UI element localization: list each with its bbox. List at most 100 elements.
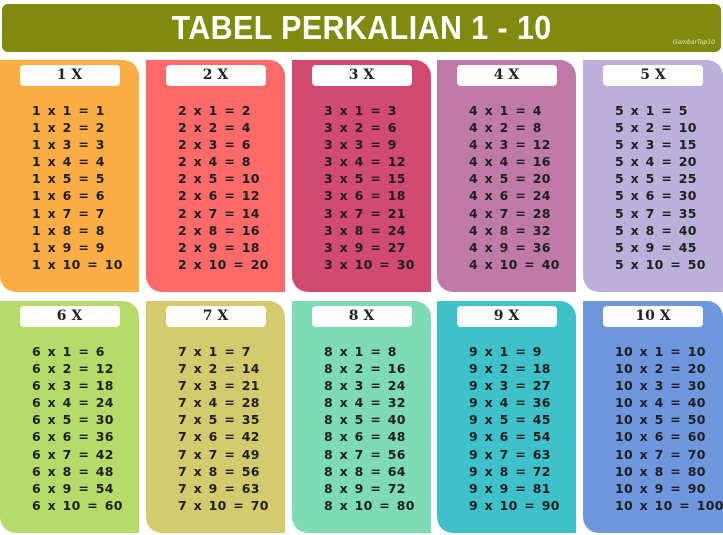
row-list: 8 x 1 = 88 x 2 = 16 8 x 3 = 24 8 x 4 = 32 8… [292, 343, 431, 514]
table-row: 3 x 5 = 15 [324, 171, 406, 187]
watermark: GambarTop10 [672, 39, 715, 46]
table-row: 4 x 8 = 32 [469, 222, 551, 238]
table-row: 1 x 5 = 5 [32, 171, 105, 187]
table-row: 10 x 6 = 60 [615, 429, 706, 445]
table-row: 10 x 9 = 90 [615, 480, 706, 496]
table-row: 10 x 3 = 30 [615, 378, 706, 394]
table-row: 10 x 10 = 100 [615, 497, 723, 513]
table-row: 9 x 4 = 36 [469, 395, 551, 411]
table-card-10: 10 X 10 x 1 = 10 10 x 2 = 20 10 x 3 = 30 10 … [583, 301, 723, 533]
card-label: 7 X [165, 306, 266, 327]
table-row: 7 x 8 = 56 [178, 463, 260, 479]
table-row: 10 x 5 = 50 [615, 412, 706, 428]
table-row: 4 x 7 = 28 [469, 205, 551, 221]
table-row: 3 x 1 = 3 [324, 103, 397, 118]
table-card-7: 7 X 7 x 1 = 7 7 x 2 = 14 7 x 3 = 21 7 x 4 = … [146, 301, 285, 533]
table-row: 9 x 3 = 27 [469, 378, 551, 394]
table-row: 10 x 7 = 70 [615, 446, 706, 462]
card-label: 8 X [311, 306, 412, 327]
table-row: 8 x 3 = 24 [324, 378, 406, 394]
table-row: 7 x 7 = 49 [178, 446, 260, 462]
table-row: 5 x 4 = 20 [615, 154, 697, 170]
table-card-4: 4 X 4 x 1 = 4 4 x 2 = 84 x 3 = 12 4 x 4 = 1… [437, 60, 576, 292]
table-row: 5 x 8 = 40 [615, 222, 697, 238]
table-row: 6 x 2 = 12 [32, 361, 114, 377]
table-row: 5 x 5 = 25 [615, 171, 697, 187]
table-row: 3 x 3 = 9 [324, 137, 397, 153]
table-row: 8 x 8 = 64 [324, 463, 406, 479]
card-label: 2 X [165, 65, 266, 86]
table-row: 1 x 8 = 8 [32, 222, 105, 238]
table-row: 9 x 2 = 18 [469, 361, 551, 377]
table-row: 8 x 10 = 80 [324, 497, 415, 513]
table-row: 6 x 1 = 6 [32, 344, 105, 359]
table-row: 2 x 4 = 8 [178, 154, 251, 170]
table-row: 1 x 3 = 3 [32, 137, 105, 153]
table-card-5: 5 X 5 x 1 = 5 5 x 2 = 10 5 x 3 = 15 5 x 4 = … [583, 60, 723, 292]
table-row: 9 x 1 = 9 [469, 344, 542, 359]
row-list: 1 x 1 = 11 x 2 = 21 x 3 = 31 x 4 = 41 x … [0, 102, 139, 273]
table-row: 2 x 7 = 14 [178, 205, 260, 221]
row-list: 2 x 1 = 22 x 2 = 42 x 3 = 62 x 4 = 82 x … [146, 102, 285, 273]
table-row: 7 x 9 = 63 [178, 480, 260, 496]
row-list: 4 x 1 = 44 x 2 = 84 x 3 = 12 4 x 4 = 16 4 … [437, 102, 576, 273]
table-row: 5 x 2 = 10 [615, 120, 697, 136]
table-row: 6 x 10 = 60 [32, 497, 123, 513]
row-list: 7 x 1 = 77 x 2 = 14 7 x 3 = 21 7 x 4 = 28 7… [146, 343, 285, 514]
table-row: 8 x 9 = 72 [324, 480, 406, 496]
row-list: 10 x 1 = 10 10 x 2 = 20 10 x 3 = 30 10 x 4 … [583, 343, 723, 514]
table-card-1: 1 X1 x 1 = 11 x 2 = 21 x 3 = 31 x 4 = 41… [0, 60, 139, 292]
table-row: 4 x 3 = 12 [469, 137, 551, 153]
table-row: 3 x 8 = 24 [324, 222, 406, 238]
table-row: 9 x 8 = 72 [469, 463, 551, 479]
table-row: 3 x 4 = 12 [324, 154, 406, 170]
table-row: 2 x 1 = 2 [178, 103, 251, 118]
table-row: 6 x 8 = 48 [32, 463, 114, 479]
table-row: 6 x 7 = 42 [32, 446, 114, 462]
table-row: 2 x 10 = 20 [178, 256, 269, 272]
table-row: 2 x 2 = 4 [178, 120, 251, 136]
card-label: 3 X [311, 65, 412, 86]
table-row: 6 x 5 = 30 [32, 412, 114, 428]
table-row: 7 x 2 = 14 [178, 361, 260, 377]
table-row: 2 x 5 = 10 [178, 171, 260, 187]
card-label: 5 X [603, 65, 703, 86]
table-row: 4 x 1 = 4 [469, 103, 542, 118]
table-row: 4 x 5 = 20 [469, 171, 551, 187]
table-row: 8 x 5 = 40 [324, 412, 406, 428]
table-row: 8 x 7 = 56 [324, 446, 406, 462]
table-row: 10 x 1 = 10 [615, 344, 706, 359]
table-row: 4 x 10 = 40 [469, 256, 560, 272]
page-title: TABEL PERKALIAN 1 - 10 [171, 9, 552, 46]
table-row: 1 x 1 = 1 [32, 103, 105, 118]
table-row: 3 x 9 = 27 [324, 239, 406, 255]
table-row: 9 x 5 = 45 [469, 412, 551, 428]
card-label: 4 X [456, 65, 557, 86]
table-row: 9 x 10 = 90 [469, 497, 560, 513]
table-row: 1 x 9 = 9 [32, 239, 105, 255]
table-row: 3 x 2 = 6 [324, 120, 397, 136]
table-row: 3 x 6 = 18 [324, 188, 406, 204]
table-row: 7 x 5 = 35 [178, 412, 260, 428]
table-row: 9 x 7 = 63 [469, 446, 551, 462]
table-row: 3 x 7 = 21 [324, 205, 406, 221]
table-row: 6 x 3 = 18 [32, 378, 114, 394]
row-list: 9 x 1 = 99 x 2 = 18 9 x 3 = 27 9 x 4 = 36 9… [437, 343, 576, 514]
table-row: 2 x 3 = 6 [178, 137, 251, 153]
table-row: 1 x 4 = 4 [32, 154, 105, 170]
table-row: 1 x 10 = 10 [32, 256, 123, 272]
table-row: 7 x 3 = 21 [178, 378, 260, 394]
table-row: 6 x 9 = 54 [32, 480, 114, 496]
table-row: 4 x 4 = 16 [469, 154, 551, 170]
card-label: 10 X [603, 306, 703, 327]
table-row: 4 x 2 = 8 [469, 120, 542, 136]
table-card-3: 3 X 3 x 1 = 3 3 x 2 = 63 x 3 = 93 x 4 = 12… [292, 60, 431, 292]
table-row: 6 x 6 = 36 [32, 429, 114, 445]
table-row: 5 x 7 = 35 [615, 205, 697, 221]
row-list: 3 x 1 = 33 x 2 = 63 x 3 = 93 x 4 = 12 3 x… [292, 102, 431, 273]
table-row: 1 x 7 = 7 [32, 205, 105, 221]
table-row: 1 x 6 = 6 [32, 188, 105, 204]
table-row: 4 x 6 = 24 [469, 188, 551, 204]
table-card-2: 2 X2 x 1 = 22 x 2 = 42 x 3 = 62 x 4 = 82… [146, 60, 285, 292]
card-label: 6 X [19, 306, 120, 327]
